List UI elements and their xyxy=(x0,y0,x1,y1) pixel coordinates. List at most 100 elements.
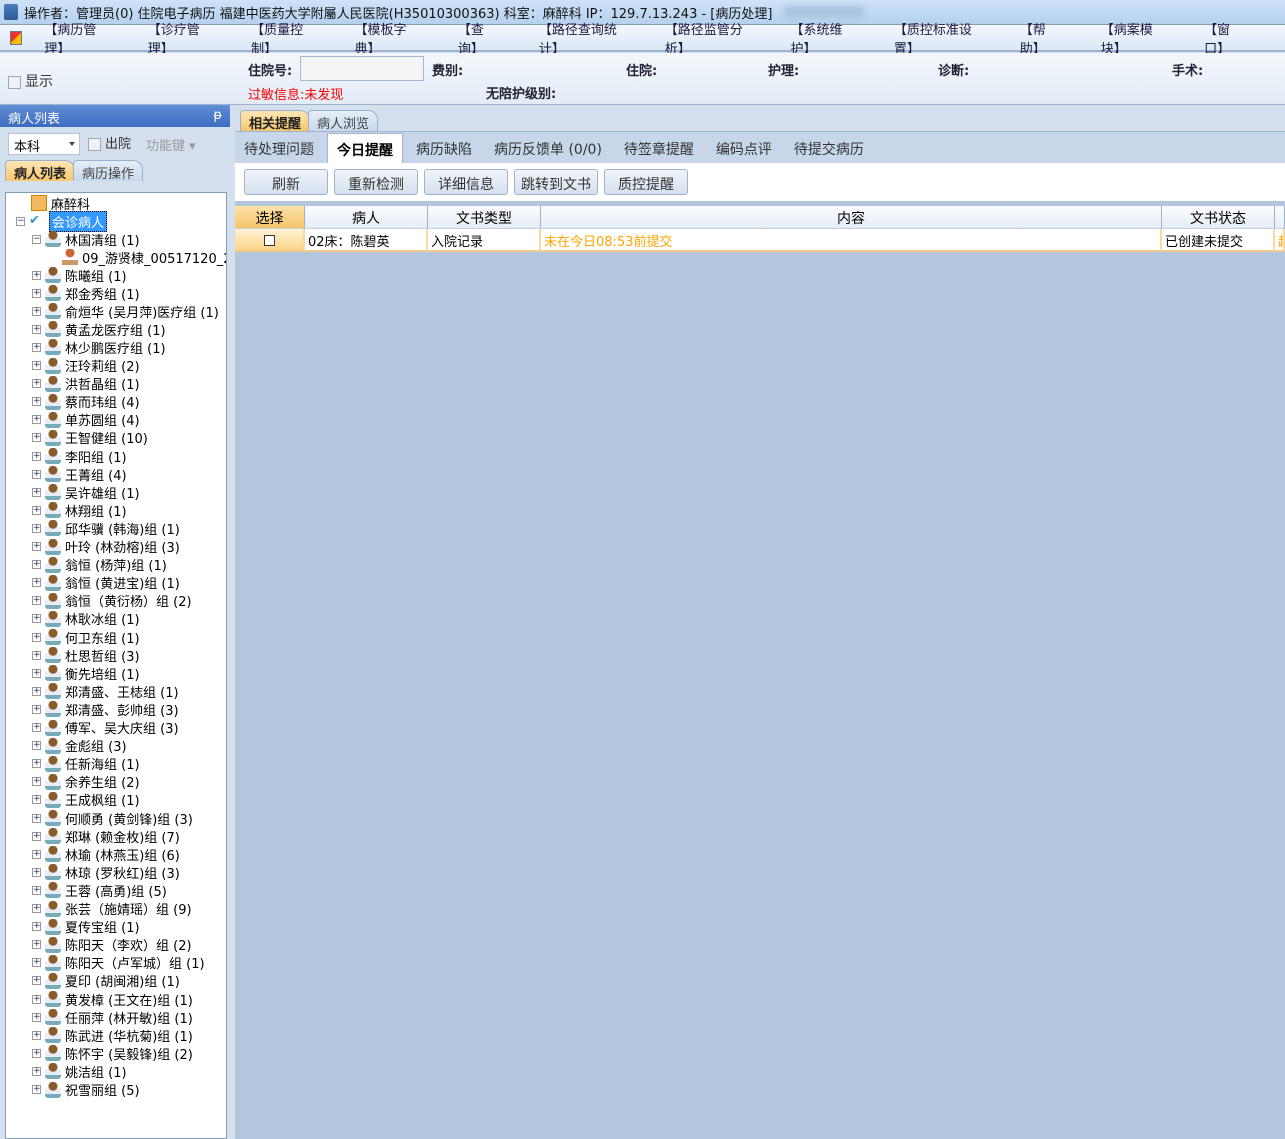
tab-patient-browse[interactable]: 病人浏览 xyxy=(308,110,379,132)
tree-node-group[interactable]: + 任丽萍 (林开敏)组 (1) xyxy=(32,1008,193,1027)
tree-node-group[interactable]: + 傅军、吴大庆组 (3) xyxy=(32,719,179,737)
menu-item[interactable]: 【帮助】 xyxy=(1020,19,1065,57)
column-header[interactable] xyxy=(1275,206,1285,229)
tree-node-group[interactable]: + 陈曦组 (1) xyxy=(32,266,127,285)
tree-node-group[interactable]: + 林少鹏医疗组 (1) xyxy=(32,338,166,357)
tree-node-group[interactable]: + 蔡而玮组 (4) xyxy=(32,393,140,411)
tree-node-group[interactable]: + 林耿冰组 (1) xyxy=(32,610,140,628)
expand-icon[interactable]: + xyxy=(32,361,41,370)
expand-icon[interactable]: + xyxy=(32,1012,41,1022)
column-header[interactable]: 病人 xyxy=(305,206,428,229)
tab-reminders[interactable]: 相关提醒 xyxy=(240,110,311,132)
tree-node-group[interactable]: + 王蓉 (高勇)组 (5) xyxy=(32,881,167,900)
tree-node-group[interactable]: + 王智健组 (10) xyxy=(32,429,148,447)
expand-icon[interactable]: + xyxy=(32,795,41,805)
toolbar-button[interactable]: 跳转到文书 xyxy=(514,169,598,195)
expand-icon[interactable]: + xyxy=(32,560,41,570)
tree-node-group[interactable]: + 单苏圆组 (4) xyxy=(32,411,140,429)
tree-node-group[interactable]: + 翁恒（黄衍杨）组 (2) xyxy=(32,592,192,610)
expand-icon[interactable]: + xyxy=(32,397,41,407)
tree-node-group[interactable]: + 汪玲莉组 (2) xyxy=(32,357,140,375)
expand-icon[interactable]: + xyxy=(32,1066,41,1076)
menu-item[interactable]: 【查询】 xyxy=(458,19,503,57)
expand-icon[interactable]: + xyxy=(32,487,41,497)
tree-node-group[interactable]: + 姚洁组 (1) xyxy=(32,1062,127,1081)
tree-node-group[interactable]: + 金彪组 (3) xyxy=(32,737,127,755)
subtab[interactable]: 病历反馈单 (0/0) xyxy=(485,133,611,163)
expand-icon[interactable]: + xyxy=(32,759,41,769)
subtab[interactable]: 病历缺陷 xyxy=(407,133,481,163)
expand-icon[interactable]: + xyxy=(32,288,41,298)
expand-icon[interactable]: + xyxy=(32,342,41,352)
tree-node-group[interactable]: + 杜思哲组 (3) xyxy=(32,646,140,665)
menu-item[interactable]: 【窗口】 xyxy=(1204,19,1249,57)
menu-item[interactable]: 【路径查询统计】 xyxy=(539,19,629,57)
tree-node-group[interactable]: + 何卫东组 (1) xyxy=(32,628,140,647)
expand-icon[interactable]: + xyxy=(32,1085,41,1094)
tab-patient-list[interactable]: 病人列表 xyxy=(5,160,76,182)
tree-node-patient[interactable]: 09_游贤棣_00517120_20 xyxy=(62,248,226,267)
expand-icon[interactable]: + xyxy=(32,505,41,515)
collapse-icon[interactable]: − xyxy=(16,216,25,226)
collapse-icon[interactable]: − xyxy=(32,234,41,244)
tree-node-group[interactable]: + 林琼 (罗秋红)组 (3) xyxy=(32,863,180,882)
subtab[interactable]: 待处理问题 xyxy=(235,133,323,163)
subtab[interactable]: 编码点评 xyxy=(707,133,781,163)
subtab[interactable]: 待签章提醒 xyxy=(615,133,703,163)
toolbar-button[interactable]: 详细信息 xyxy=(424,169,508,195)
tree-node-group[interactable]: + 叶玲 (林劲榕)组 (3) xyxy=(32,538,180,556)
tree-node-group[interactable]: + 黄发樟 (王文在)组 (1) xyxy=(32,990,193,1009)
column-header[interactable]: 内容 xyxy=(541,206,1162,229)
expand-icon[interactable]: + xyxy=(32,958,41,968)
tree-node-group[interactable]: − 林国清组 (1) xyxy=(32,230,140,249)
expand-icon[interactable]: + xyxy=(32,415,41,425)
expand-icon[interactable]: + xyxy=(32,270,41,280)
expand-icon[interactable]: + xyxy=(32,324,41,334)
tree-node-group[interactable]: + 王菁组 (4) xyxy=(32,465,127,484)
expand-icon[interactable]: + xyxy=(32,469,41,479)
menu-item[interactable]: 【病历管理】 xyxy=(44,19,111,57)
tree-node-group[interactable]: + 张芸（施婧瑶）组 (9) xyxy=(32,900,192,918)
function-key-dropdown[interactable]: 功能键 ▾ xyxy=(146,135,196,154)
expand-icon[interactable]: + xyxy=(32,451,41,461)
tree-node-group[interactable]: + 李阳组 (1) xyxy=(32,447,127,466)
expand-icon[interactable]: + xyxy=(32,668,41,678)
tree-node-group[interactable]: + 陈武进 (华杭菊)组 (1) xyxy=(32,1026,193,1045)
expand-icon[interactable]: + xyxy=(32,976,41,986)
expand-icon[interactable]: + xyxy=(32,904,41,913)
admit-no-input[interactable] xyxy=(300,56,424,81)
menu-item[interactable]: 【病案模块】 xyxy=(1101,19,1168,57)
app-menu-icon[interactable] xyxy=(10,30,23,45)
tree-node-dept[interactable]: 麻醉科 xyxy=(20,194,90,213)
expand-icon[interactable]: + xyxy=(32,831,41,841)
tree-node-group[interactable]: + 陈阳天（李欢）组 (2) xyxy=(32,936,192,954)
column-header[interactable]: 选择 xyxy=(235,206,305,229)
tab-record-operations[interactable]: 病历操作 xyxy=(73,160,144,182)
patient-tree[interactable]: 麻醉科 − ✔ 会诊病人 − 林国清组 (1) 09_游贤棣_00517120_20 … xyxy=(5,192,227,1139)
tree-node-group[interactable]: + 陈阳天（卢军城）组 (1) xyxy=(32,954,205,972)
tree-node-group[interactable]: + 郑金秀组 (1) xyxy=(32,284,140,303)
tree-node-group[interactable]: + 林翔组 (1) xyxy=(32,501,127,520)
tree-node-consult[interactable]: − ✔ 会诊病人 xyxy=(16,210,108,232)
expand-icon[interactable]: + xyxy=(32,994,41,1004)
row-checkbox[interactable] xyxy=(263,235,275,246)
toolbar-button[interactable]: 刷新 xyxy=(244,169,328,195)
tree-node-group[interactable]: + 陈怀宇 (吴毅锋)组 (2) xyxy=(32,1044,193,1063)
menu-item[interactable]: 【质控标准设置】 xyxy=(894,19,984,57)
tree-node-group[interactable]: + 洪哲晶组 (1) xyxy=(32,375,140,393)
tree-node-group[interactable]: + 邱华骥 (韩海)组 (1) xyxy=(32,519,180,538)
column-header[interactable]: 文书状态 xyxy=(1162,206,1275,229)
tree-node-group[interactable]: + 何顺勇 (黄剑锋)组 (3) xyxy=(32,809,193,828)
tree-node-group[interactable]: + 郑清盛、王梽组 (1) xyxy=(32,682,179,701)
discharge-checkbox[interactable]: 出院 xyxy=(88,133,131,152)
menu-item[interactable]: 【模板字典】 xyxy=(355,19,422,57)
expand-icon[interactable]: + xyxy=(32,867,41,877)
expand-icon[interactable]: + xyxy=(32,614,41,624)
expand-icon[interactable]: + xyxy=(32,686,41,696)
tree-node-group[interactable]: + 祝雪丽组 (5) xyxy=(32,1081,140,1099)
tree-node-group[interactable]: + 郑琳 (赖金枚)组 (7) xyxy=(32,827,180,846)
expand-icon[interactable]: + xyxy=(32,813,41,823)
subtab[interactable]: 待提交病历 xyxy=(785,133,873,163)
expand-icon[interactable]: + xyxy=(32,542,41,551)
toolbar-button[interactable]: 重新检测 xyxy=(334,169,418,195)
